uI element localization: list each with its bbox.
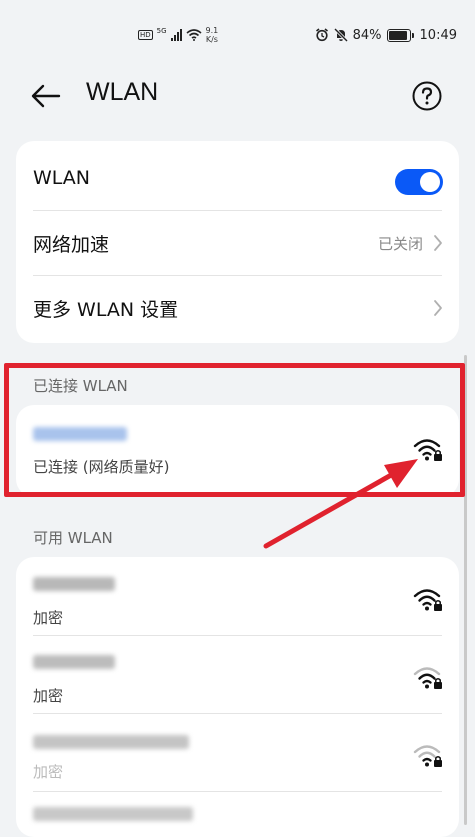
network-name-redacted [33,577,115,591]
wifi-locked-icon [413,667,442,689]
network-name-redacted [33,807,193,821]
wlan-toggle[interactable] [395,169,443,195]
divider [33,791,442,792]
network-name-redacted [33,655,115,669]
network-acceleration-row[interactable]: 网络加速 已关闭 [16,210,459,276]
wifi-network-item[interactable]: 加密 [16,635,459,713]
alarm-icon [315,28,328,42]
battery-fill [388,30,407,40]
wifi-locked-icon [413,589,442,611]
network-speed: 9.1 K/s [206,26,219,44]
speed-unit: K/s [205,35,218,44]
wifi-status-icon [186,29,202,41]
highlight-box [4,363,465,497]
wifi-locked-icon [413,745,442,767]
help-button[interactable] [407,76,447,116]
back-button[interactable] [26,76,66,116]
network-acceleration-label: 网络加速 [33,233,110,256]
wifi-network-item[interactable]: 加密 [16,557,459,635]
cell-signal-icon [170,29,182,41]
wlan-toggle-row[interactable]: WLAN [16,145,459,211]
network-security: 加密 [33,763,64,781]
network-acceleration-value: 已关闭 [377,234,423,253]
toggle-knob [420,172,440,192]
available-section-label: 可用 WLAN [33,529,113,547]
network-type: 5G [156,27,167,35]
hd-badge: HD [138,30,153,40]
available-networks-card: 加密 加密 加密 [16,557,459,837]
settings-card: WLAN 网络加速 已关闭 更多 WLAN 设置 [16,141,459,343]
wifi-network-item[interactable]: 加密 [16,713,459,791]
more-wlan-settings-row[interactable]: 更多 WLAN 设置 [16,275,459,341]
battery-percent: 84% [352,27,382,43]
help-icon [412,81,442,111]
mute-bell-icon [333,28,348,42]
status-bar: HD 5G 9.1 K/s 84% 10:49 [0,0,475,62]
chevron-right-icon [434,235,442,251]
wlan-toggle-label: WLAN [33,167,91,189]
clock: 10:49 [419,27,457,43]
status-right: 84% 10:49 [315,24,457,46]
back-arrow-icon [31,84,61,108]
status-left: HD 5G 9.1 K/s [138,24,218,46]
page-title: WLAN [86,78,159,106]
chevron-right-icon [434,300,442,316]
network-name-redacted [33,735,189,749]
more-wlan-settings-label: 更多 WLAN 设置 [33,298,179,321]
network-security: 加密 [33,687,64,705]
battery-icon [386,28,414,42]
network-security: 加密 [33,609,64,627]
speed-value: 9.1 [205,26,219,35]
